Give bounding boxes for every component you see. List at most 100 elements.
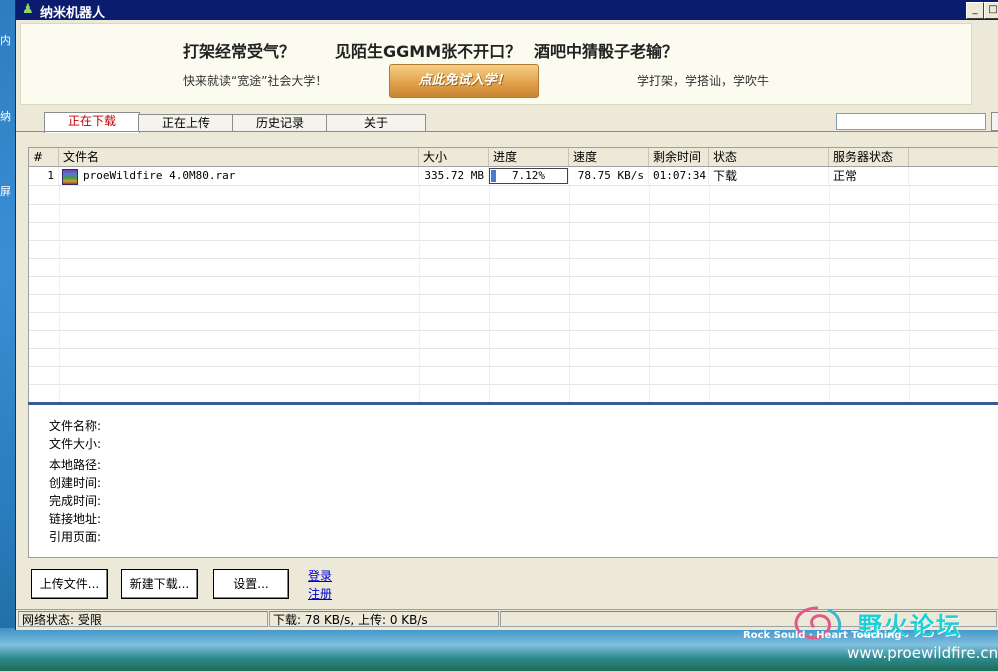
grid-line bbox=[649, 186, 650, 204]
settings-button[interactable]: 设置... bbox=[213, 569, 289, 599]
detail-completed-label: 完成时间: bbox=[49, 494, 102, 508]
tab-about[interactable]: 关于 bbox=[326, 114, 426, 132]
grid-line bbox=[909, 330, 910, 348]
grid-line bbox=[489, 222, 490, 240]
desktop-icon-label-3[interactable]: 屏 bbox=[0, 183, 16, 199]
grid-line bbox=[569, 258, 570, 276]
ad-headline-3: 酒吧中猜骰子老输？ bbox=[534, 42, 679, 61]
desktop-icon-label-1[interactable]: 内 bbox=[0, 32, 16, 48]
grid-line bbox=[909, 276, 910, 294]
grid-line bbox=[569, 276, 570, 294]
grid-line bbox=[419, 204, 420, 222]
grid-line bbox=[489, 348, 490, 366]
title-bar[interactable]: ♟ 纳米机器人 _ □ bbox=[16, 0, 998, 21]
ad-subtext-2: 学打架，学搭讪，学吹牛 bbox=[637, 74, 770, 88]
empty-table-row bbox=[29, 186, 998, 205]
column-header-size[interactable]: 大小 bbox=[419, 148, 489, 166]
grid-line bbox=[709, 186, 710, 204]
ad-enroll-button[interactable]: 点此免试入学！ bbox=[389, 64, 539, 98]
grid-line bbox=[489, 366, 490, 384]
login-link[interactable]: 登录 bbox=[308, 567, 332, 584]
grid-line bbox=[709, 294, 710, 312]
tab-downloading[interactable]: 正在下载 bbox=[44, 112, 140, 133]
new-download-button[interactable]: 新建下载... bbox=[121, 569, 198, 599]
grid-line bbox=[59, 330, 60, 348]
maximize-button[interactable]: □ bbox=[984, 2, 998, 19]
grid-line bbox=[709, 204, 710, 222]
grid-line bbox=[419, 222, 420, 240]
grid-line bbox=[709, 384, 710, 402]
grid-line bbox=[59, 204, 60, 222]
desktop-icon-label-2[interactable]: 纳 bbox=[0, 108, 16, 124]
grid-line bbox=[649, 384, 650, 402]
column-header-speed[interactable]: 速度 bbox=[569, 148, 649, 166]
ad-headline-2: 见陌生GGMM张不开口？ bbox=[335, 42, 522, 61]
column-header-progress[interactable]: 进度 bbox=[489, 148, 569, 166]
detail-referrer-label: 引用页面: bbox=[49, 530, 102, 544]
row-filename-text: proeWildfire 4.0M80.rar bbox=[83, 169, 236, 182]
grid-line bbox=[59, 222, 60, 240]
ad-headline-1: 打架经常受气？ bbox=[183, 42, 296, 61]
register-link[interactable]: 注册 bbox=[308, 585, 332, 602]
ad-subtext-1: 快来就读“宽途”社会大学！ bbox=[183, 74, 328, 88]
column-header-index[interactable]: # bbox=[29, 148, 59, 166]
grid-line bbox=[419, 294, 420, 312]
tab-history[interactable]: 历史记录 bbox=[232, 114, 328, 132]
detail-link-label: 链接地址: bbox=[49, 512, 102, 526]
grid-line bbox=[829, 186, 830, 204]
grid-line bbox=[709, 330, 710, 348]
grid-line bbox=[569, 240, 570, 258]
grid-line bbox=[649, 330, 650, 348]
column-header-remaining[interactable]: 剩余时间 bbox=[649, 148, 709, 166]
list-header: # 文件名 大小 进度 速度 剩余时间 状态 服务器状态 bbox=[29, 148, 998, 167]
grid-line bbox=[419, 330, 420, 348]
grid-line bbox=[419, 240, 420, 258]
grid-line bbox=[569, 366, 570, 384]
grid-line bbox=[909, 366, 910, 384]
grid-line bbox=[419, 312, 420, 330]
search-button[interactable] bbox=[991, 112, 998, 131]
grid-line bbox=[59, 294, 60, 312]
grid-line bbox=[489, 276, 490, 294]
grid-line bbox=[829, 222, 830, 240]
grid-line bbox=[59, 348, 60, 366]
grid-line bbox=[59, 276, 60, 294]
grid-line bbox=[569, 348, 570, 366]
grid-line bbox=[909, 384, 910, 402]
grid-line bbox=[909, 204, 910, 222]
progress-text: 7.12% bbox=[511, 169, 546, 182]
grid-line bbox=[829, 348, 830, 366]
grid-line bbox=[829, 312, 830, 330]
empty-table-row bbox=[29, 276, 998, 295]
grid-line bbox=[829, 366, 830, 384]
grid-line bbox=[59, 186, 60, 204]
column-header-server-status[interactable]: 服务器状态 bbox=[829, 148, 909, 166]
column-header-status[interactable]: 状态 bbox=[709, 148, 829, 166]
row-remaining: 01:07:34 bbox=[649, 167, 709, 185]
grid-line bbox=[829, 240, 830, 258]
empty-table-row bbox=[29, 294, 998, 313]
grid-line bbox=[489, 312, 490, 330]
status-bar: 网络状态: 受限 下载: 78 KB/s, 上传: 0 KB/s bbox=[16, 609, 998, 629]
grid-line bbox=[489, 186, 490, 204]
empty-table-row bbox=[29, 222, 998, 241]
row-status: 下载 bbox=[709, 167, 829, 185]
minimize-button[interactable]: _ bbox=[966, 2, 984, 19]
upload-file-button[interactable]: 上传文件... bbox=[31, 569, 108, 599]
grid-line bbox=[829, 276, 830, 294]
tab-uploading[interactable]: 正在上传 bbox=[138, 114, 234, 132]
search-input[interactable] bbox=[836, 113, 986, 130]
table-row[interactable]: 1 proeWildfire 4.0M80.rar 335.72 MB 7.12… bbox=[29, 167, 998, 186]
download-list[interactable]: # 文件名 大小 进度 速度 剩余时间 状态 服务器状态 1 proeWildf… bbox=[28, 147, 998, 404]
grid-line bbox=[709, 276, 710, 294]
grid-line bbox=[489, 204, 490, 222]
grid-line bbox=[569, 186, 570, 204]
grid-line bbox=[419, 384, 420, 402]
ad-banner[interactable]: 打架经常受气？ 见陌生GGMM张不开口？ 酒吧中猜骰子老输？ 快来就读“宽途”社… bbox=[20, 23, 972, 105]
column-header-filename[interactable]: 文件名 bbox=[59, 148, 419, 166]
grid-line bbox=[649, 294, 650, 312]
grid-line bbox=[909, 294, 910, 312]
grid-line bbox=[569, 222, 570, 240]
network-status: 网络状态: 受限 bbox=[18, 611, 268, 627]
grid-line bbox=[419, 348, 420, 366]
